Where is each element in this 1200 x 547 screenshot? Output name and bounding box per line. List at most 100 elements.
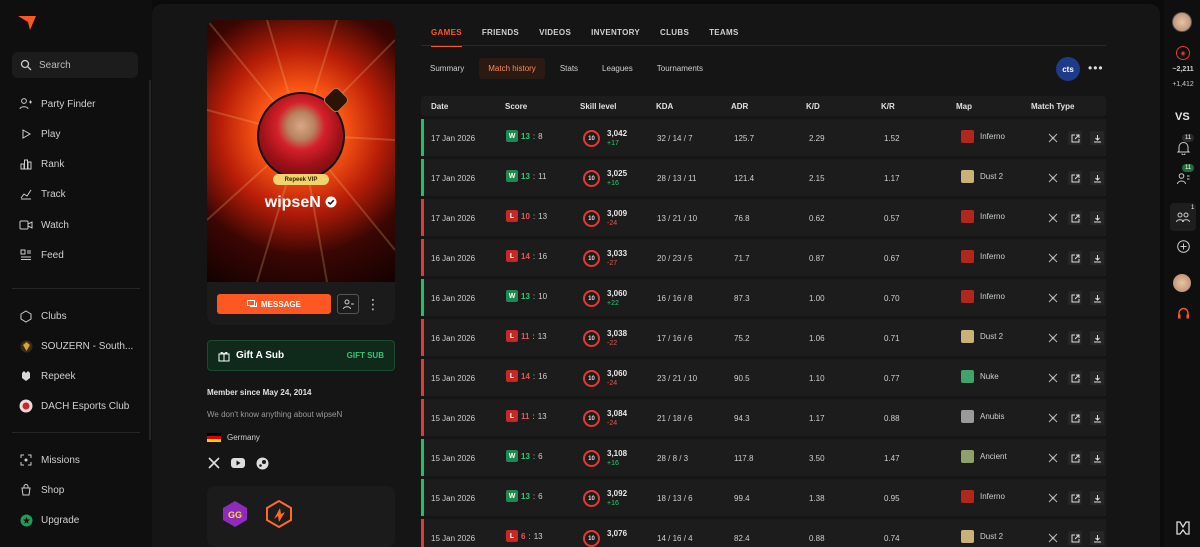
open-match-button[interactable]: [1068, 411, 1082, 425]
table-row[interactable]: 15 Jan 2026 W 13 : 6 10 3,092 +16 18 / 1…: [421, 479, 1106, 516]
sidebar-item-clubs[interactable]: Clubs: [12, 305, 140, 327]
map-cell: Nuke: [961, 370, 999, 383]
subtab-leagues[interactable]: Leagues: [593, 58, 642, 79]
search-button[interactable]: Search: [12, 52, 138, 78]
x-twitter-icon[interactable]: [207, 456, 221, 470]
sidebar-item-club-repeek[interactable]: Repeek: [12, 365, 140, 387]
add-friend-button[interactable]: [337, 294, 359, 314]
result-badge: W: [506, 290, 518, 302]
message-button[interactable]: MESSAGE: [217, 294, 331, 314]
open-match-button[interactable]: [1068, 291, 1082, 305]
kr-value: 0.67: [884, 254, 900, 263]
sidebar-item-rank[interactable]: Rank: [12, 153, 140, 175]
download-demo-button[interactable]: [1090, 291, 1104, 305]
subtab-summary[interactable]: Summary: [421, 58, 473, 79]
brand-button[interactable]: [1174, 519, 1192, 537]
sidebar-item-watch[interactable]: Watch: [12, 214, 140, 236]
watch-icon: [18, 217, 34, 233]
download-demo-button[interactable]: [1090, 251, 1104, 265]
sidebar-item-upgrade[interactable]: Upgrade: [12, 509, 140, 531]
sidebar-item-club-dach[interactable]: DACH Esports Club: [12, 395, 140, 417]
more-options-button[interactable]: ⋮: [365, 294, 381, 314]
open-match-button[interactable]: [1068, 531, 1082, 545]
open-match-button[interactable]: [1068, 491, 1082, 505]
col-kr[interactable]: K/R: [881, 102, 895, 111]
table-row[interactable]: 17 Jan 2026 L 10 : 13 10 3,009 -24 13 / …: [421, 199, 1106, 236]
subtab-tournaments[interactable]: Tournaments: [648, 58, 712, 79]
sidebar-item-play[interactable]: Play: [12, 123, 140, 145]
table-row[interactable]: 16 Jan 2026 L 11 : 13 10 3,038 -22 17 / …: [421, 319, 1106, 356]
open-match-button[interactable]: [1068, 211, 1082, 225]
sidebar-item-shop[interactable]: Shop: [12, 479, 140, 501]
gg-badge-icon[interactable]: GG: [221, 500, 249, 528]
table-row[interactable]: 15 Jan 2026 L 6 : 13 10 3,076 14 / 16 / …: [421, 519, 1106, 547]
table-row[interactable]: 15 Jan 2026 L 14 : 16 10 3,060 -24 23 / …: [421, 359, 1106, 396]
download-demo-button[interactable]: [1090, 371, 1104, 385]
col-kda[interactable]: KDA: [656, 102, 673, 111]
more-horizontal-icon[interactable]: •••: [1088, 61, 1104, 75]
open-match-button[interactable]: [1068, 451, 1082, 465]
download-demo-button[interactable]: [1090, 131, 1104, 145]
social-links: [207, 456, 269, 470]
gift-sub-button[interactable]: GIFT SUB: [347, 351, 384, 360]
vip-badge: Repeek VIP: [273, 174, 329, 185]
col-skill-level[interactable]: Skill level: [580, 102, 616, 111]
col-adr[interactable]: ADR: [731, 102, 748, 111]
table-row[interactable]: 15 Jan 2026 W 13 : 6 10 3,108 +16 28 / 8…: [421, 439, 1106, 476]
clubs-icon: [18, 308, 34, 324]
level-badge-icon[interactable]: [265, 500, 293, 528]
subtab-stats[interactable]: Stats: [551, 58, 587, 79]
open-match-button[interactable]: [1068, 371, 1082, 385]
download-demo-button[interactable]: [1090, 331, 1104, 345]
sidebar-scrollbar[interactable]: [149, 80, 151, 440]
col-date[interactable]: Date: [431, 102, 448, 111]
sidebar-item-missions[interactable]: Missions: [12, 449, 140, 471]
achievements-card: GG: [207, 486, 395, 547]
friend-avatar[interactable]: [1173, 274, 1191, 292]
open-match-button[interactable]: [1068, 251, 1082, 265]
sidebar-item-track[interactable]: Track: [12, 183, 140, 205]
download-demo-button[interactable]: [1090, 211, 1104, 225]
user-avatar[interactable]: [1172, 12, 1192, 32]
map-cell: Dust 2: [961, 530, 1003, 543]
sidebar-item-feed[interactable]: Feed: [12, 244, 140, 266]
open-match-button[interactable]: [1068, 171, 1082, 185]
gift-sub-banner[interactable]: Gift A Sub GIFT SUB: [207, 340, 395, 371]
add-button[interactable]: [1174, 237, 1192, 255]
kda-value: 28 / 13 / 11: [657, 174, 697, 183]
open-match-button[interactable]: [1068, 131, 1082, 145]
table-row[interactable]: 17 Jan 2026 W 13 : 8 10 3,042 +17 32 / 1…: [421, 119, 1106, 156]
col-map[interactable]: Map: [956, 102, 972, 111]
col-score[interactable]: Score: [505, 102, 527, 111]
shop-icon: [18, 482, 34, 498]
table-row[interactable]: 16 Jan 2026 L 14 : 16 10 3,033 -27 20 / …: [421, 239, 1106, 276]
open-match-button[interactable]: [1068, 331, 1082, 345]
sidebar-item-club-souzern[interactable]: SOUZERN - South...: [12, 335, 140, 357]
col-match-type[interactable]: Match Type: [1031, 102, 1074, 111]
table-row[interactable]: 16 Jan 2026 W 13 : 10 10 3,060 +22 16 / …: [421, 279, 1106, 316]
youtube-icon[interactable]: [231, 456, 245, 470]
kd-value: 1.06: [809, 334, 825, 343]
external-link-icon: [1071, 214, 1079, 222]
steam-icon[interactable]: [255, 456, 269, 470]
elo-change: -24: [607, 380, 618, 387]
sidebar-item-party-finder[interactable]: Party Finder: [12, 93, 140, 115]
faceit-logo[interactable]: [18, 16, 36, 30]
download-demo-button[interactable]: [1090, 411, 1104, 425]
support-button[interactable]: [1174, 304, 1192, 322]
col-kd[interactable]: K/D: [806, 102, 820, 111]
plus-circle-icon: [1176, 239, 1190, 253]
skill-level-icon: 10: [583, 250, 600, 267]
bell-icon: [1176, 142, 1190, 155]
vs-button[interactable]: VS: [1175, 111, 1190, 123]
cts-partner-logo[interactable]: cts: [1056, 57, 1080, 81]
download-demo-button[interactable]: [1090, 451, 1104, 465]
subtab-match-history[interactable]: Match history: [479, 58, 545, 79]
table-row[interactable]: 17 Jan 2026 W 13 : 11 10 3,025 +16 28 / …: [421, 159, 1106, 196]
headset-icon: [1177, 307, 1189, 318]
live-icon[interactable]: ◉: [1176, 46, 1190, 60]
download-demo-button[interactable]: [1090, 171, 1104, 185]
table-row[interactable]: 15 Jan 2026 L 11 : 13 10 3,084 -24 21 / …: [421, 399, 1106, 436]
download-demo-button[interactable]: [1090, 531, 1104, 545]
download-demo-button[interactable]: [1090, 491, 1104, 505]
